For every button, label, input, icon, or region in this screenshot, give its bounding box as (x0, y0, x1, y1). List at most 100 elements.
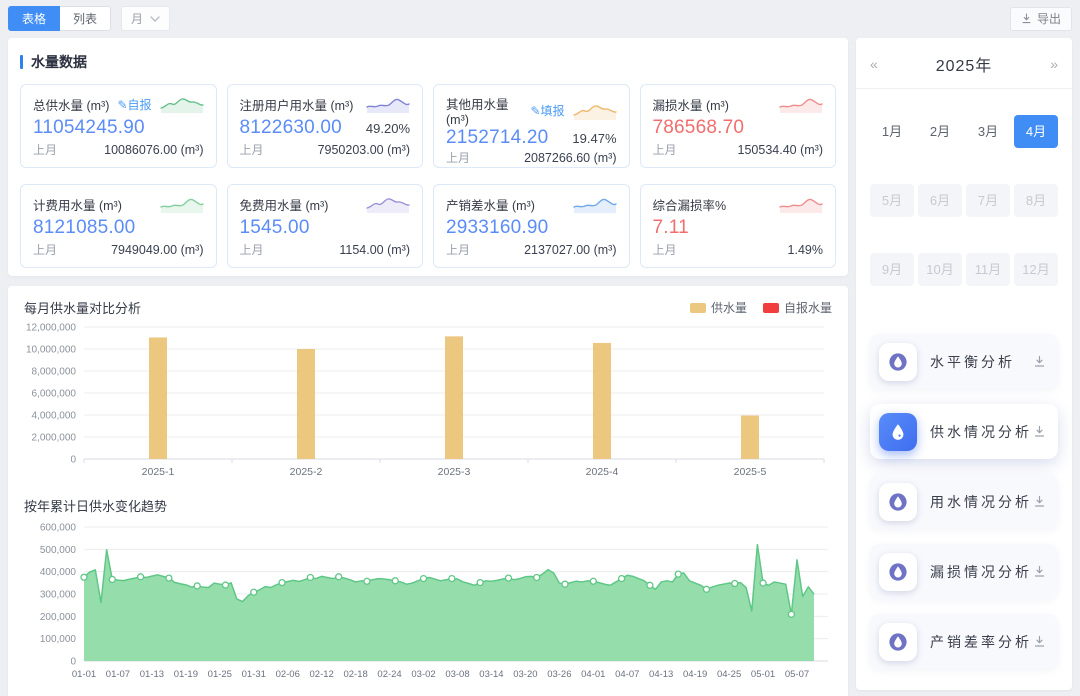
prev-month-label: 上月 (33, 241, 57, 258)
download-icon[interactable] (1033, 495, 1046, 508)
svg-text:05-07: 05-07 (785, 669, 809, 680)
stat-card: 注册用户用水量 (m³)8122630.0049.20%上月7950203.00… (227, 84, 424, 168)
download-icon[interactable] (1033, 635, 1046, 648)
analysis-item[interactable]: 漏损情况分析 (870, 544, 1058, 599)
month-cell-7月: 7月 (966, 184, 1010, 217)
svg-text:2025-3: 2025-3 (438, 466, 471, 478)
stat-card-footer: 上月7950203.00 (m³) (240, 141, 411, 158)
download-icon (1033, 355, 1046, 368)
prev-month-value: 7949049.00 (m³) (111, 243, 203, 257)
prev-month-label: 上月 (446, 241, 470, 258)
download-icon (1033, 565, 1046, 578)
edit-link[interactable]: ✎填报 (530, 102, 564, 119)
month-cell-3月[interactable]: 3月 (966, 115, 1010, 148)
prev-month-label: 上月 (653, 241, 677, 258)
stat-card-value-row: 8122630.0049.20% (240, 117, 411, 139)
prev-month-value: 7950203.00 (m³) (318, 143, 410, 157)
download-icon[interactable] (1033, 355, 1046, 368)
stat-card-value: 786568.70 (653, 117, 745, 139)
svg-text:01-13: 01-13 (140, 669, 164, 680)
sparkline-icon (573, 194, 617, 214)
prev-month-value: 1.49% (788, 243, 823, 257)
svg-text:03-02: 03-02 (411, 669, 435, 680)
stat-card: 免费用水量 (m³)1545.00上月1154.00 (m³) (227, 184, 424, 268)
analysis-item[interactable]: 供水情况分析 (870, 404, 1058, 459)
analysis-item-label: 水平衡分析 (930, 352, 1015, 372)
svg-text:2025-4: 2025-4 (586, 466, 619, 478)
sparkline-icon (573, 101, 617, 121)
legend-swatch (690, 303, 706, 313)
svg-text:02-12: 02-12 (310, 669, 334, 680)
svg-text:04-25: 04-25 (717, 669, 741, 680)
svg-text:2025-1: 2025-1 (142, 466, 175, 478)
month-cell-4月[interactable]: 4月 (1014, 115, 1058, 148)
analysis-item[interactable]: 水平衡分析 (870, 334, 1058, 389)
title-accent-bar (20, 55, 23, 69)
view-tab-table[interactable]: 表格 (8, 6, 60, 31)
calendar-next-year-icon[interactable]: » (1050, 57, 1058, 71)
analysis-item[interactable]: 用水情况分析 (870, 474, 1058, 529)
main-layout: 水量数据 总供水量 (m³)✎自报11054245.90上月10086076.0… (8, 38, 1072, 690)
prev-month-value: 150534.40 (m³) (738, 143, 823, 157)
stat-card-footer: 上月 1.49% (653, 241, 824, 258)
prev-month-value: 2087266.60 (m³) (524, 151, 616, 165)
svg-text:0: 0 (70, 455, 76, 466)
water-data-panel: 水量数据 总供水量 (m³)✎自报11054245.90上月10086076.0… (8, 38, 848, 276)
stat-card-header: 产销差水量 (m³) (446, 194, 617, 214)
charts-panel: 每月供水量对比分析 供水量自报水量 02,000,0004,000,0006,0… (8, 286, 848, 696)
calendar-prev-year-icon[interactable]: « (870, 57, 878, 71)
calendar-header: « 2025年 » (868, 46, 1060, 88)
download-icon[interactable] (1033, 425, 1046, 438)
sparkline-icon (366, 94, 410, 114)
svg-text:4,000,000: 4,000,000 (32, 411, 77, 422)
stat-card-header: 总供水量 (m³) ✎自报 (33, 94, 204, 114)
sparkline-icon (160, 94, 204, 114)
month-cell-12月: 12月 (1014, 253, 1058, 286)
month-cell-1月[interactable]: 1月 (870, 115, 914, 148)
stat-card-header: 综合漏损率% (653, 194, 824, 214)
month-cell-6月: 6月 (918, 184, 962, 217)
prev-month-value: 10086076.00 (m³) (104, 143, 203, 157)
svg-text:02-18: 02-18 (343, 669, 367, 680)
stat-card-value-row: 11054245.90 (33, 117, 204, 139)
export-button[interactable]: 导出 (1010, 7, 1072, 31)
stat-card: 计费用水量 (m³) 8121085.00 上月 7949049.00 (m³) (20, 184, 217, 268)
stat-card-title: 总供水量 (m³) (33, 95, 109, 114)
legend-item-自报水量[interactable]: 自报水量 (763, 299, 832, 316)
stat-card-value-row: 2933160.90 (446, 217, 617, 239)
sparkline-icon (779, 194, 823, 214)
month-cell-2月[interactable]: 2月 (918, 115, 962, 148)
water-drop-icon (887, 631, 909, 653)
svg-text:02-06: 02-06 (276, 669, 300, 680)
stat-card-value-row: 8121085.00 (33, 217, 204, 239)
stat-card-header: 免费用水量 (m³) (240, 194, 411, 214)
month-cell-8月: 8月 (1014, 184, 1058, 217)
stat-card-footer: 上月150534.40 (m³) (653, 141, 824, 158)
toolbar: 表格列表 月 导出 (8, 6, 1072, 31)
stat-card-value: 2152714.20 (446, 127, 548, 149)
stat-card: 总供水量 (m³) ✎自报 11054245.90 上月10086076.00 (m³… (20, 84, 217, 168)
water-drop-icon (887, 421, 909, 443)
period-dropdown[interactable]: 月 (121, 6, 170, 31)
stat-card-title: 其他用水量 (m³) (446, 94, 530, 127)
download-icon (1033, 425, 1046, 438)
stat-card-header: 计费用水量 (m³) (33, 194, 204, 214)
download-icon[interactable] (1033, 565, 1046, 578)
section-title: 水量数据 (20, 52, 836, 72)
svg-text:01-07: 01-07 (106, 669, 130, 680)
svg-text:100,000: 100,000 (40, 634, 77, 645)
svg-text:04-07: 04-07 (615, 669, 639, 680)
edit-link[interactable]: ✎自报 (117, 96, 151, 113)
bar-chart-title: 每月供水量对比分析 (24, 298, 141, 317)
analysis-item[interactable]: 产销差率分析 (870, 614, 1058, 669)
month-grid: 1月2月3月4月5月6月7月8月9月10月11月12月 (868, 89, 1060, 286)
legend-item-供水量[interactable]: 供水量 (690, 299, 747, 316)
stat-card-footer: 上月10086076.00 (m³) (33, 141, 204, 158)
water-drop-icon (879, 483, 917, 521)
svg-text:01-25: 01-25 (208, 669, 232, 680)
svg-text:04-19: 04-19 (683, 669, 707, 680)
svg-text:01-01: 01-01 (72, 669, 96, 680)
view-tab-list[interactable]: 列表 (60, 6, 111, 31)
export-label: 导出 (1037, 10, 1061, 27)
stat-card: 其他用水量 (m³)✎填报2152714.2019.47%上月2087266.6… (433, 84, 630, 168)
